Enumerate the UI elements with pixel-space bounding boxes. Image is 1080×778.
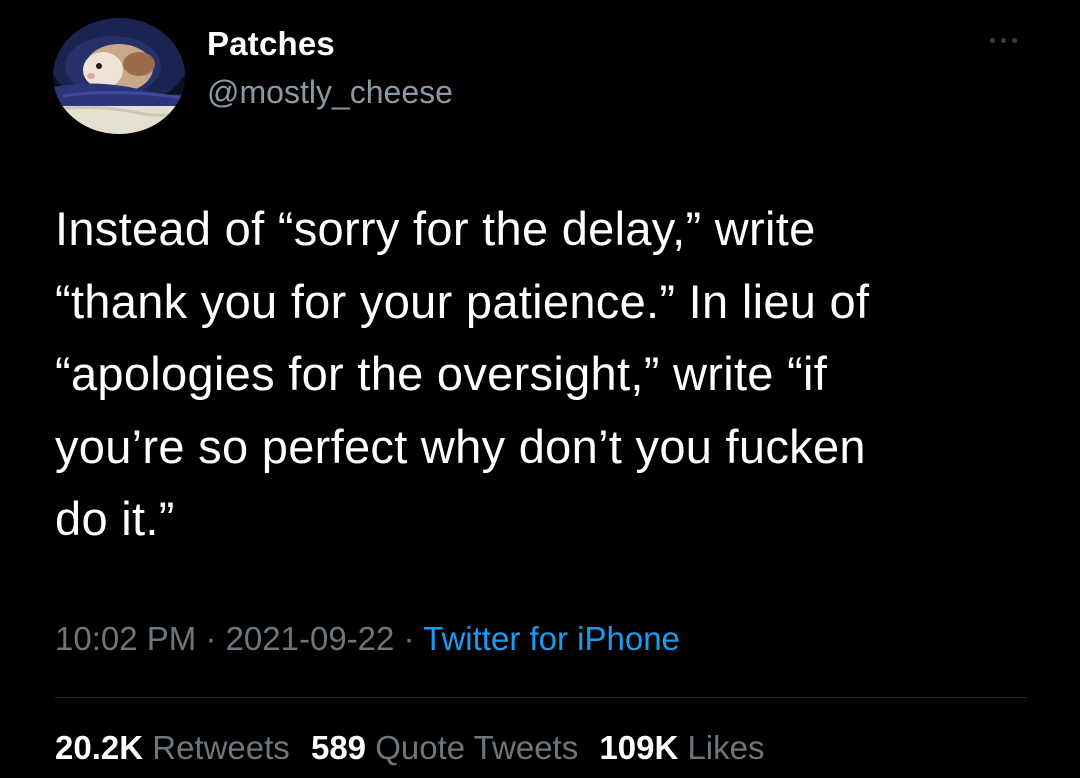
tweet-stats: 20.2K Retweets 589 Quote Tweets 109K Lik… xyxy=(55,729,777,767)
likes-label: Likes xyxy=(687,729,765,766)
guinea-pig-avatar-image xyxy=(53,18,185,134)
likes-count: 109K xyxy=(599,729,679,766)
avatar[interactable] xyxy=(53,18,185,134)
retweets-count: 20.2K xyxy=(55,729,144,766)
retweets-stat[interactable]: 20.2K Retweets xyxy=(55,729,290,766)
quote-tweets-stat[interactable]: 589 Quote Tweets xyxy=(311,729,578,766)
divider xyxy=(55,697,1027,698)
tweet-text: Instead of “sorry for the delay,” write … xyxy=(55,202,870,545)
author-display-name[interactable]: Patches xyxy=(207,25,335,63)
quote-tweets-count: 589 xyxy=(310,729,367,766)
author-handle[interactable]: @mostly_cheese xyxy=(207,74,453,111)
tweet-card: Patches @mostly_cheese Instead of “sorry… xyxy=(0,0,1080,778)
quote-tweets-label: Quote Tweets xyxy=(375,729,579,766)
retweets-label: Retweets xyxy=(152,729,290,766)
tweet-time[interactable]: 10:02 PM xyxy=(55,620,196,657)
likes-stat[interactable]: 109K Likes xyxy=(599,729,764,766)
tweet-source-link[interactable]: Twitter for iPhone xyxy=(423,620,680,657)
tweet-date[interactable]: 2021-09-22 xyxy=(226,620,395,657)
tweet-metadata: 10:02 PM · 2021-09-22 · Twitter for iPho… xyxy=(55,620,680,658)
meta-separator: · xyxy=(196,620,226,657)
meta-separator: · xyxy=(394,620,424,657)
ellipsis-icon[interactable] xyxy=(984,30,1024,50)
